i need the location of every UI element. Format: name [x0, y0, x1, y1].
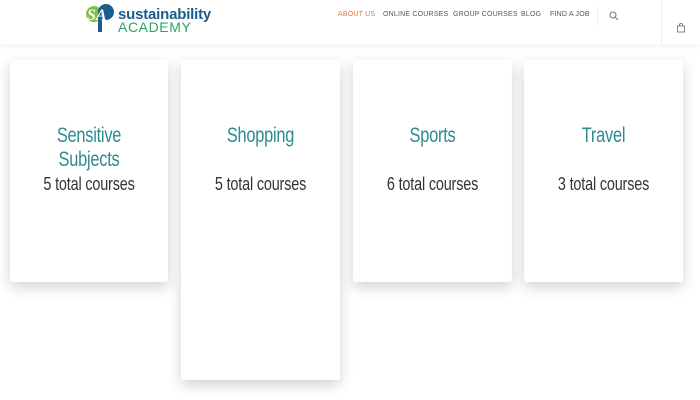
category-count: 3 total courses — [557, 174, 650, 194]
category-card-sensitive-subjects[interactable]: Sensitive Subjects 5 total courses — [10, 60, 168, 282]
nav-about-us[interactable]: ABOUT US — [338, 11, 375, 18]
category-card-shopping[interactable]: Shopping 5 total courses — [181, 60, 340, 380]
nav-online-courses[interactable]: ONLINE COURSES — [383, 11, 448, 18]
category-card-sports[interactable]: Sports 6 total courses — [353, 60, 512, 282]
logo-line2: ACADEMY — [118, 19, 192, 35]
category-title: Sports — [409, 124, 456, 147]
category-count: 5 total courses — [43, 174, 135, 194]
nav-blog[interactable]: BLOG — [521, 11, 541, 18]
category-count: 5 total courses — [214, 174, 307, 194]
category-title: Shopping — [226, 124, 295, 147]
logo-tree-icon: SA — [86, 4, 114, 32]
nav-divider — [597, 6, 598, 26]
cart-divider — [661, 0, 662, 44]
category-card-travel[interactable]: Travel 3 total courses — [524, 60, 683, 282]
nav-find-a-job[interactable]: FIND A JOB — [550, 11, 590, 18]
site-header: SA sustainability ACADEMY ABOUT US ONLIN… — [0, 0, 700, 44]
category-title: Travel — [581, 124, 626, 147]
site-logo[interactable]: SA sustainability ACADEMY — [84, 2, 224, 36]
category-title: Sensitive Subjects — [56, 124, 122, 171]
category-count: 6 total courses — [386, 174, 479, 194]
nav-group-courses[interactable]: GROUP COURSES — [453, 11, 518, 18]
shopping-bag-icon[interactable] — [676, 23, 686, 33]
logo-mark-text: SA — [87, 7, 107, 24]
search-icon[interactable] — [609, 11, 619, 21]
